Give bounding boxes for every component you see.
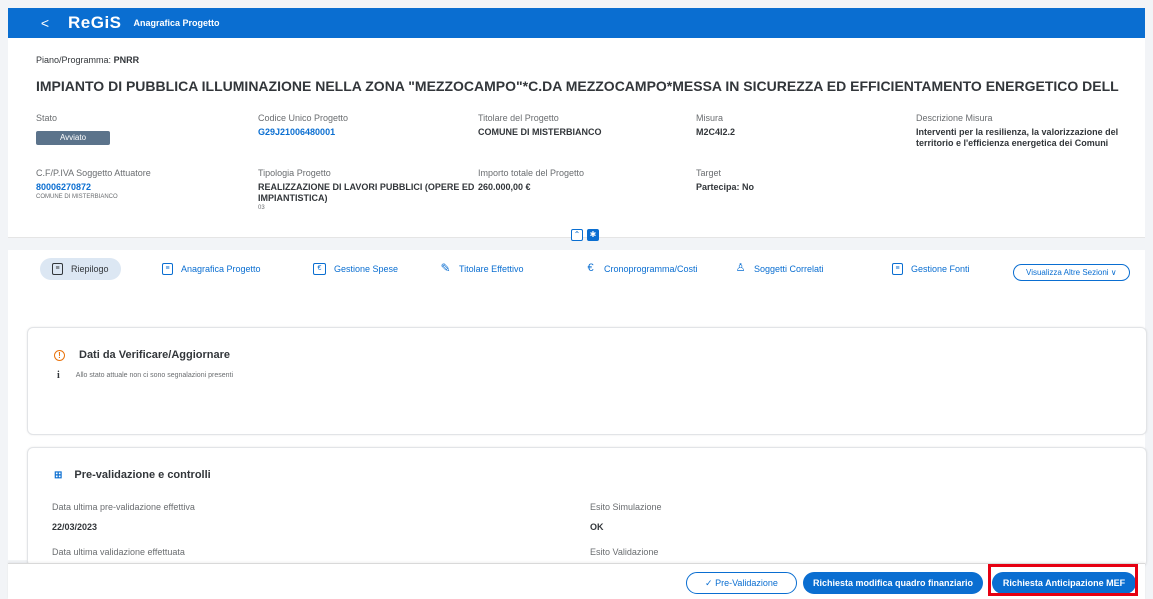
card-title: Pre-validazione e controlli <box>74 469 211 481</box>
sources-icon: ≡ <box>892 263 903 275</box>
tab-riepilogo[interactable]: ≡ Riepilogo <box>40 258 121 280</box>
info-message: i Allo stato attuale non ci sono segnala… <box>57 370 233 381</box>
pre-validazione-button[interactable]: ✓ Pre-Validazione <box>686 572 797 594</box>
tab-titolare-effettivo[interactable]: ✎ Titolare Effettivo <box>440 261 523 275</box>
visualizza-altre-sezioni-button[interactable]: Visualizza Altre Sezioni ∨ <box>1013 264 1130 281</box>
richiesta-modifica-quadro-button[interactable]: Richiesta modifica quadro finanziario <box>803 572 983 594</box>
tipologia-field: Tipologia Progetto REALIZZAZIONE DI LAVO… <box>258 168 475 211</box>
pre-validazione-card: ⊞ Pre-validazione e controlli Data ultim… <box>27 447 1147 567</box>
shell-bar: < ReGiS Anagrafica Progetto <box>8 8 1145 38</box>
cup-field: Codice Unico Progetto G29J21006480001 <box>258 113 349 138</box>
tab-gestione-fonti[interactable]: ≡ Gestione Fonti <box>892 263 970 275</box>
misura-field: Misura M2C4I2.2 <box>696 113 736 137</box>
prevalidazione-date: 22/03/2023 <box>52 522 98 532</box>
project-title: IMPIANTO DI PUBBLICA ILLUMINAZIONE NELLA… <box>36 78 1119 94</box>
tab-cronoprogramma-costi[interactable]: € Cronoprogramma/Costi <box>585 262 697 275</box>
esito-simulazione: OK <box>590 522 604 532</box>
document-icon: ≡ <box>162 263 173 275</box>
card-title: Dati da Verificare/Aggiornare <box>79 349 230 361</box>
footer-toolbar: ✓ Pre-Validazione Richiesta modifica qua… <box>8 563 1145 599</box>
highlight-box <box>988 564 1138 596</box>
tab-soggetti-correlati[interactable]: ♙ Soggetti Correlati <box>735 263 824 275</box>
cf-link[interactable]: 80006270872 <box>36 182 151 193</box>
euro-icon: € <box>587 262 594 274</box>
cf-field: C.F/P.IVA Soggetto Attuatore 80006270872… <box>36 168 151 200</box>
person-icon: ♙ <box>735 262 746 274</box>
back-button[interactable]: < <box>30 15 60 31</box>
anchor-bar: ≡ Riepilogo ≡ Anagrafica Progetto € Gest… <box>8 250 1145 300</box>
cup-link[interactable]: G29J21006480001 <box>258 127 348 138</box>
expense-icon: € <box>313 263 326 275</box>
pin-header-icon[interactable]: ✱ <box>587 229 599 241</box>
hierarchy-icon: ⊞ <box>54 469 63 481</box>
object-header: Piano/Programma: PNRR IMPIANTO DI PUBBLI… <box>8 38 1145 238</box>
stato-field: Stato Avviato <box>36 113 110 145</box>
header-toggle-buttons: ⌃ ✱ <box>571 229 599 241</box>
target-field: Target Partecipa: No <box>696 168 755 192</box>
app-title: Anagrafica Progetto <box>133 18 220 28</box>
importo-field: Importo totale del Progetto 260.000,00 € <box>478 168 585 192</box>
edit-icon: ✎ <box>440 261 451 275</box>
piano-programma: Piano/Programma: PNRR <box>36 55 140 65</box>
regis-logo: ReGiS <box>68 13 122 32</box>
tab-gestione-spese[interactable]: € Gestione Spese <box>313 263 398 275</box>
dati-da-verificare-card: ! Dati da Verificare/Aggiornare i Allo s… <box>27 327 1147 435</box>
titolare-field: Titolare del Progetto COMUNE DI MISTERBI… <box>478 113 602 137</box>
summary-icon: ≡ <box>52 263 63 275</box>
status-badge: Avviato <box>36 131 110 145</box>
warning-icon: ! <box>54 349 65 361</box>
tab-anagrafica-progetto[interactable]: ≡ Anagrafica Progetto <box>162 263 261 275</box>
descrizione-misura-field: Descrizione Misura Interventi per la res… <box>916 113 1119 148</box>
collapse-header-icon[interactable]: ⌃ <box>571 229 583 241</box>
info-icon: i <box>57 370 60 381</box>
